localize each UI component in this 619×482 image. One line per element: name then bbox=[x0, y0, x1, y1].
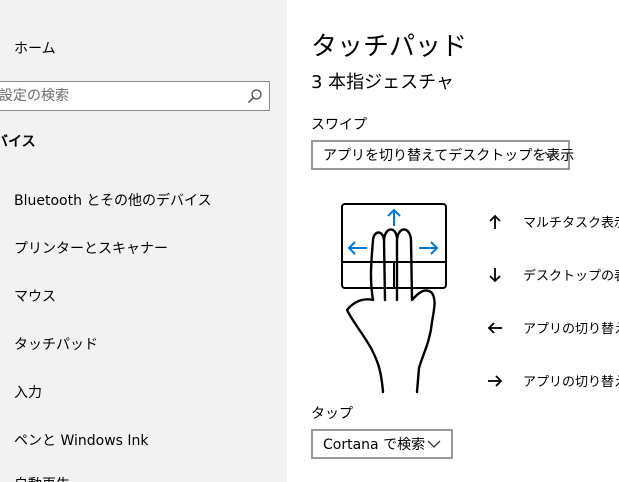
tap-label: タップ bbox=[311, 406, 353, 422]
sidebar-item-home[interactable]: ホーム bbox=[14, 38, 56, 58]
gesture-label: マルチタスク表示 bbox=[523, 216, 619, 231]
search-icon[interactable] bbox=[247, 88, 263, 104]
swipe-label: スワイプ bbox=[311, 117, 367, 133]
section-title: バイス bbox=[0, 134, 36, 150]
swipe-dropdown[interactable]: アプリを切り替えてデスクトップを表示 bbox=[311, 140, 574, 170]
gesture-label: アプリの切り替え bbox=[523, 322, 619, 337]
sidebar-item-touchpad[interactable]: タッチパッド bbox=[14, 334, 98, 354]
sidebar-item-label: 入力 bbox=[14, 385, 42, 401]
sidebar-item-autoplay[interactable]: 自動再生 bbox=[14, 474, 70, 482]
arrow-right-icon bbox=[488, 374, 503, 387]
sidebar-item-label: Bluetooth とその他のデバイス bbox=[14, 193, 212, 209]
arrow-up-icon bbox=[489, 214, 501, 229]
sidebar-item-label: プリンターとスキャナー bbox=[14, 241, 168, 257]
sidebar-item-label: ペンと Windows Ink bbox=[14, 433, 149, 449]
three-finger-gesture-illustration bbox=[341, 203, 447, 394]
sidebar-item-bluetooth[interactable]: Bluetooth とその他のデバイス bbox=[14, 190, 212, 210]
sidebar-item-label: 自動再生 bbox=[14, 474, 70, 482]
gesture-row-up: マルチタスク表示 bbox=[487, 212, 619, 231]
arrow-left-icon bbox=[487, 321, 502, 334]
gesture-row-left: アプリの切り替え bbox=[487, 318, 619, 337]
tap-dropdown-value: Cortana で検索 bbox=[323, 437, 426, 453]
sidebar-item-printers[interactable]: プリンターとスキャナー bbox=[14, 238, 168, 258]
tap-dropdown[interactable]: Cortana で検索 bbox=[311, 429, 453, 459]
sidebar-item-label: タッチパッド bbox=[14, 337, 98, 353]
home-label: ホーム bbox=[14, 41, 56, 57]
sidebar-item-pen[interactable]: ペンと Windows Ink bbox=[14, 430, 149, 450]
gesture-row-right: アプリの切り替え bbox=[487, 371, 619, 390]
swipe-dropdown-value: アプリを切り替えてデスクトップを表示 bbox=[323, 148, 575, 164]
page-title: タッチパッド bbox=[311, 32, 468, 62]
gesture-row-down: デスクトップの表示 bbox=[487, 265, 619, 284]
gesture-label: アプリの切り替え bbox=[523, 375, 619, 390]
section-subtitle: 3 本指ジェスチャ bbox=[311, 72, 454, 93]
arrow-down-icon bbox=[489, 267, 501, 282]
sidebar: ホーム バイス Bluetooth とその他のデバイス プリンターとスキャナー … bbox=[0, 0, 287, 482]
gesture-label: デスクトップの表示 bbox=[523, 269, 619, 284]
sidebar-item-label: マウス bbox=[14, 289, 56, 305]
main-content: タッチパッド 3 本指ジェスチャ スワイプ アプリを切り替えてデスクトップを表示 bbox=[287, 0, 619, 482]
search-box[interactable] bbox=[0, 81, 270, 111]
chevron-down-icon bbox=[427, 440, 441, 448]
sidebar-item-mouse[interactable]: マウス bbox=[14, 286, 56, 306]
sidebar-item-input[interactable]: 入力 bbox=[14, 382, 42, 402]
chevron-down-icon bbox=[544, 151, 558, 159]
search-input[interactable] bbox=[0, 82, 239, 110]
